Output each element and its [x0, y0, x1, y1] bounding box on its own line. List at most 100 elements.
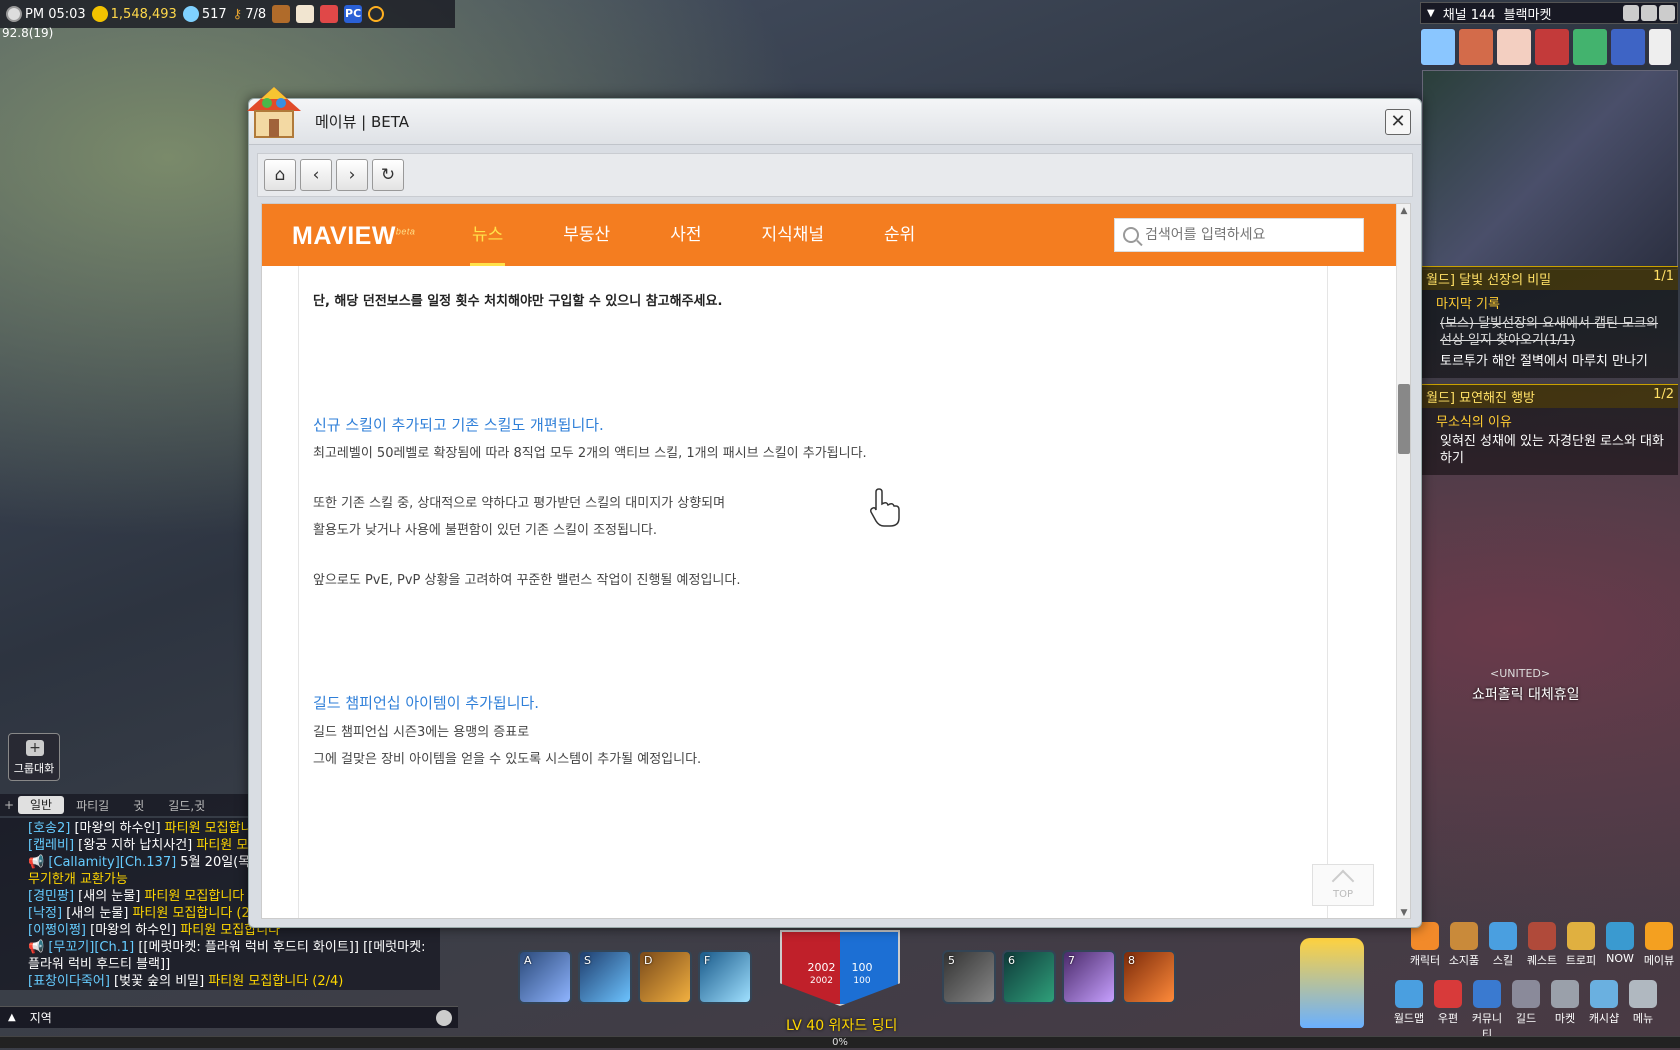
nav-dictionary[interactable]: 사전 [640, 204, 731, 266]
back-button[interactable]: ‹ [300, 159, 332, 191]
npc-name-tag: 쇼퍼홀릭 대체휴일 [1472, 687, 1580, 703]
menu-label: 마켓 [1554, 1012, 1576, 1025]
chat-tab-general[interactable]: 일반 [18, 796, 65, 814]
skill-slot-a[interactable]: A [518, 950, 572, 1004]
chat-scope-toggle[interactable]: ▲ [8, 1012, 16, 1023]
menu-item-row1-6[interactable]: 메이뷰 [1640, 922, 1678, 974]
quick-slot-5[interactable]: 5 [942, 950, 996, 1004]
scroll-down-icon[interactable]: ▼ [1397, 906, 1410, 918]
minimap[interactable] [1422, 70, 1678, 270]
mp-value: 100 100 [851, 961, 873, 987]
skill-slot-d[interactable]: D [638, 950, 692, 1004]
game-status-bar: PM 05:03 1,548,493 517 ⚷ 7/8 PC [0, 0, 455, 28]
party-avatar[interactable] [1496, 28, 1532, 66]
chat-msg: [새의 눈물] [74, 889, 145, 904]
chat-msg: [[메럿마켓: 플라워 럭비 후드티 화이트]] [[메럿마켓: [134, 940, 426, 955]
quick-slot-6[interactable]: 6 [1002, 950, 1056, 1004]
chat-scope-label[interactable]: 지역 [30, 1009, 52, 1026]
skill-slot-f[interactable]: F [698, 950, 752, 1004]
quest-entry[interactable]: 월드] 묘연해진 행방 1/2 무소식의 이유 잊혀진 성채에 있는 자경단원 … [1422, 384, 1678, 475]
menu-item-row1-5[interactable]: NOW [1601, 922, 1639, 974]
plus-icon: + [26, 740, 44, 756]
nav-news[interactable]: 뉴스 [442, 204, 533, 266]
chat-tab-whisper[interactable]: 귓 [121, 797, 156, 814]
menu-item-row2-4[interactable]: 마켓 [1546, 980, 1584, 1042]
menu-item-row1-3[interactable]: 퀘스트 [1523, 922, 1561, 974]
party-avatar[interactable] [1458, 28, 1494, 66]
chat-tab-guild-whisper[interactable]: 길드,귓 [156, 797, 217, 814]
menu-item-row1-0[interactable]: 캐릭터 [1406, 922, 1444, 974]
pc-room-icon[interactable]: PC [344, 5, 363, 23]
gear-icon[interactable] [1641, 5, 1657, 21]
nav-ranking[interactable]: 순위 [854, 204, 945, 266]
skill-slot-s[interactable]: S [578, 950, 632, 1004]
world-icon[interactable] [1623, 5, 1639, 21]
chest-icon[interactable] [272, 5, 291, 23]
chat-tab-party-guild[interactable]: 파티길 [64, 797, 121, 814]
list-icon[interactable] [1648, 28, 1672, 66]
menu-item-row2-6[interactable]: 메뉴 [1624, 980, 1662, 1042]
group-chat-button[interactable]: + 그룹대화 [8, 733, 60, 781]
menu-item-row2-3[interactable]: 길드 [1507, 980, 1545, 1042]
search-input[interactable] [1145, 227, 1345, 243]
quest-subtitle: 무소식의 이유 [1436, 415, 1512, 430]
party-avatar[interactable] [1610, 28, 1646, 66]
close-button[interactable]: ✕ [1385, 109, 1411, 135]
main-menu-row-1: 캐릭터 소지품 스킬 퀘스트 트로피 NOW 메이뷰 [1406, 922, 1678, 974]
quest-title: 월드] 묘연해진 행방 [1426, 391, 1536, 406]
chat-party: 파티원 모집합니다 (2/4) [208, 974, 344, 989]
quick-slot-8[interactable]: 8 [1122, 950, 1176, 1004]
menu-item-row2-1[interactable]: 우편 [1429, 980, 1467, 1042]
channel-bar[interactable]: ▼ 채널 144 블랙마켓 [1420, 2, 1678, 24]
menu-icon [1450, 922, 1478, 950]
pet-icon[interactable] [296, 5, 315, 23]
add-tab-icon[interactable]: + [0, 798, 18, 812]
window-titlebar[interactable]: 메이뷰 | BETA ✕ [247, 87, 1421, 145]
menu-item-row2-0[interactable]: 월드맵 [1390, 980, 1428, 1042]
home-button[interactable]: ⌂ [264, 159, 296, 191]
meso-amount: 1,548,493 [110, 6, 177, 22]
quest-entry[interactable]: 월드] 달빛 선장의 비밀 1/1 마지막 기록 (보스) 달빛선장의 요새에서… [1422, 266, 1678, 378]
menu-label: 우편 [1437, 1012, 1459, 1025]
chat-tabs: + 일반 파티길 귓 길드,귓 [0, 794, 250, 816]
refresh-button[interactable]: ↻ [372, 159, 404, 191]
character-portrait[interactable] [1300, 938, 1364, 1028]
checklist-icon[interactable] [320, 5, 339, 23]
menu-label: 길드 [1515, 1012, 1537, 1025]
party-avatar[interactable] [1534, 28, 1570, 66]
menu-label: 소지품 [1448, 954, 1480, 967]
npc-guild-tag: <UNITED> [1490, 667, 1551, 680]
chat-line[interactable]: [표창이다죽어] [벚꽃 숲의 비밀] 파티원 모집합니다 (2/4) [28, 973, 440, 990]
nav-real-estate[interactable]: 부동산 [533, 204, 640, 266]
clock: PM 05:03 [6, 6, 86, 22]
web-viewport[interactable]: MAVIEWbeta 뉴스 부동산 사전 지식채널 순위 단, 해당 던전보스를… [261, 203, 1411, 919]
scrollbar[interactable]: ▲ ▼ [1396, 204, 1410, 918]
maview-logo[interactable]: MAVIEWbeta [292, 222, 415, 251]
menu-label: 캐시샵 [1588, 1012, 1620, 1025]
section-heading-guild: 길드 챔피언십 아이템이 추가됩니다. [313, 694, 540, 712]
party-avatar[interactable] [1572, 28, 1608, 66]
scrollbar-thumb[interactable] [1398, 384, 1410, 454]
menu-item-row1-1[interactable]: 소지품 [1445, 922, 1483, 974]
chat-line[interactable]: 📢 [무꼬기][Ch.1] [[메럿마켓: 플라워 럭비 후드티 화이트]] [… [28, 939, 440, 956]
menu-item-row1-2[interactable]: 스킬 [1484, 922, 1522, 974]
menu-item-row1-4[interactable]: 트로피 [1562, 922, 1600, 974]
nav-knowledge-channel[interactable]: 지식채널 [731, 204, 854, 266]
emoji-icon[interactable] [436, 1009, 452, 1026]
character-level-name: LV 40 위자드 딩디 [786, 1018, 898, 1034]
chat-line[interactable]: 플라워 럭비 후드티 블랙]] [28, 956, 440, 973]
chat-input-bar[interactable]: ▲ 지역 [0, 1006, 458, 1028]
forward-button[interactable]: › [336, 159, 368, 191]
search-icon[interactable] [368, 6, 385, 22]
quick-slot-7[interactable]: 7 [1062, 950, 1116, 1004]
party-avatar[interactable] [1420, 28, 1456, 66]
search-icon[interactable] [1123, 227, 1139, 243]
search-box[interactable] [1114, 218, 1364, 252]
scroll-up-icon[interactable]: ▲ [1397, 204, 1410, 218]
menu-item-row2-5[interactable]: 캐시샵 [1585, 980, 1623, 1042]
scroll-top-button[interactable]: TOP [1312, 864, 1374, 906]
minimize-icon[interactable] [1659, 5, 1675, 21]
chevron-down-icon[interactable]: ▼ [1427, 8, 1435, 19]
menu-item-row2-2[interactable]: 커뮤니티 [1468, 980, 1506, 1042]
slot-key: 6 [1008, 954, 1015, 967]
